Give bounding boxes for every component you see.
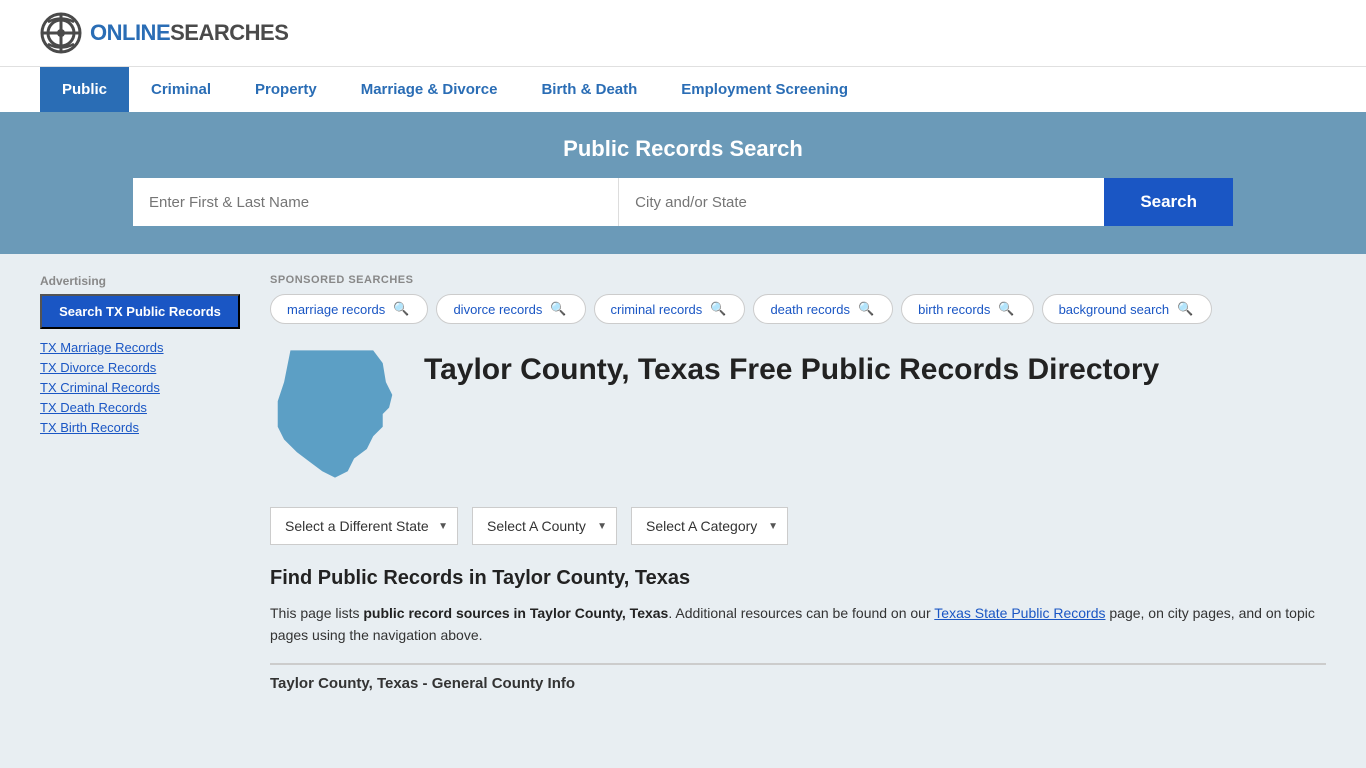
main-content: Advertising Search TX Public Records TX … [0,274,1366,692]
texas-map [270,344,400,487]
search-icon: 🔍 [550,301,566,317]
tag-label: marriage records [287,302,385,317]
tag-label: criminal records [611,302,703,317]
sidebar-link-marriage[interactable]: TX Marriage Records [40,340,164,355]
general-info-header: Taylor County, Texas - General County In… [270,663,1326,692]
sidebar-links: TX Marriage Records TX Divorce Records T… [40,339,240,435]
desc-part2: . Additional resources can be found on o… [668,605,934,621]
tag-birth-records[interactable]: birth records 🔍 [901,294,1033,324]
county-dropdown[interactable]: Select A County [472,507,617,545]
logo-text: ONLINESEARCHES [90,20,288,46]
content-area: SPONSORED SEARCHES marriage records 🔍 di… [270,274,1326,692]
search-icon: 🔍 [710,301,726,317]
tag-criminal-records[interactable]: criminal records 🔍 [594,294,746,324]
nav-item-property[interactable]: Property [233,67,339,112]
nav-item-employment[interactable]: Employment Screening [659,67,870,112]
tag-divorce-records[interactable]: divorce records 🔍 [436,294,585,324]
search-icon: 🔍 [393,301,409,317]
name-input[interactable] [133,178,619,226]
sidebar: Advertising Search TX Public Records TX … [40,274,240,692]
county-header: Taylor County, Texas Free Public Records… [270,344,1326,487]
nav-item-criminal[interactable]: Criminal [129,67,233,112]
category-dropdown-wrap: Select A Category [631,507,788,545]
search-banner: Public Records Search Search [0,112,1366,254]
search-icon: 🔍 [1177,301,1193,317]
search-form: Search [133,178,1233,226]
sidebar-link-death[interactable]: TX Death Records [40,400,147,415]
sidebar-ad-label: Advertising [40,274,240,288]
sidebar-link-criminal[interactable]: TX Criminal Records [40,380,160,395]
tag-marriage-records[interactable]: marriage records 🔍 [270,294,428,324]
find-public-records-desc: This page lists public record sources in… [270,602,1326,647]
county-title: Taylor County, Texas Free Public Records… [424,352,1159,388]
logo: ONLINESEARCHES [40,12,288,54]
main-nav: Public Criminal Property Marriage & Divo… [0,66,1366,112]
category-dropdown[interactable]: Select A Category [631,507,788,545]
sidebar-link-divorce[interactable]: TX Divorce Records [40,360,156,375]
find-public-records-title: Find Public Records in Taylor County, Te… [270,567,1326,590]
search-icon: 🔍 [858,301,874,317]
sponsored-tags: marriage records 🔍 divorce records 🔍 cri… [270,294,1326,324]
texas-state-link[interactable]: Texas State Public Records [934,605,1105,621]
tag-label: death records [770,302,850,317]
sidebar-link-birth[interactable]: TX Birth Records [40,420,139,435]
tag-background-search[interactable]: background search 🔍 [1042,294,1213,324]
sidebar-ad-button[interactable]: Search TX Public Records [40,294,240,329]
location-input[interactable] [619,178,1104,226]
tag-death-records[interactable]: death records 🔍 [753,294,893,324]
desc-part1: This page lists [270,605,363,621]
tag-label: divorce records [453,302,542,317]
search-banner-title: Public Records Search [40,136,1326,162]
logo-icon [40,12,82,54]
site-header: ONLINESEARCHES [0,0,1366,66]
county-dropdown-wrap: Select A County [472,507,617,545]
tag-label: background search [1059,302,1170,317]
sponsored-label: SPONSORED SEARCHES [270,274,1326,286]
search-button[interactable]: Search [1104,178,1233,226]
state-dropdown[interactable]: Select a Different State [270,507,458,545]
nav-item-marriage-divorce[interactable]: Marriage & Divorce [339,67,520,112]
nav-item-birth-death[interactable]: Birth & Death [519,67,659,112]
nav-item-public[interactable]: Public [40,67,129,112]
desc-bold: public record sources in Taylor County, … [363,605,668,621]
dropdowns-row: Select a Different State Select A County… [270,507,1326,545]
tag-label: birth records [918,302,990,317]
search-icon: 🔍 [998,301,1014,317]
state-dropdown-wrap: Select a Different State [270,507,458,545]
